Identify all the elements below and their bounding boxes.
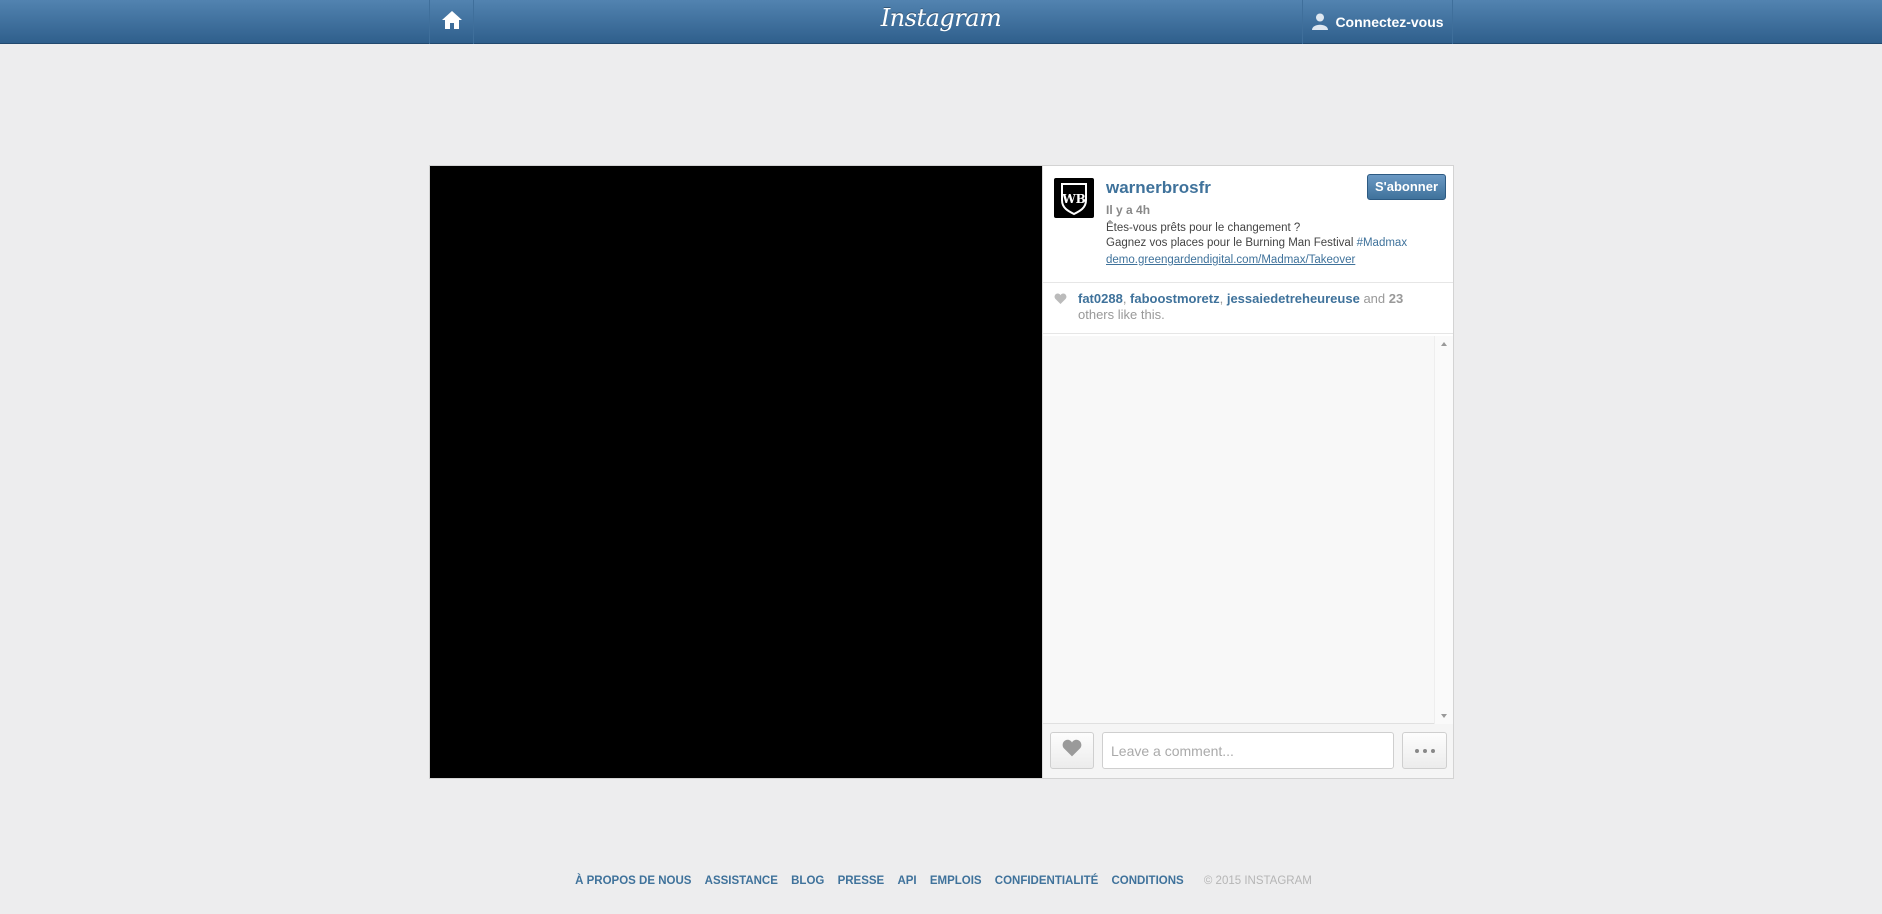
liker-link[interactable]: jessaiedetreheureuse [1227, 291, 1360, 306]
footer-link-terms[interactable]: CONDITIONS [1111, 875, 1183, 887]
comments-scrollbar[interactable] [1434, 336, 1453, 724]
liker-link[interactable]: faboostmoretz [1130, 291, 1220, 306]
footer-link-press[interactable]: PRESSE [838, 875, 885, 887]
comment-input[interactable] [1102, 732, 1394, 769]
likes-summary: fat0288, faboostmoretz, jessaiedetreheur… [1043, 283, 1453, 334]
copyright: © 2015 INSTAGRAM [1203, 875, 1312, 887]
footer-link-support[interactable]: ASSISTANCE [705, 875, 778, 887]
login-label: Connectez-vous [1335, 14, 1444, 30]
caption-text: Gagnez vos places pour le Burning Man Fe… [1106, 236, 1357, 249]
top-bar-inner: Instagram Connectez-vous [429, 0, 1453, 44]
likes-count[interactable]: 23 [1389, 291, 1403, 306]
footer-link-jobs[interactable]: EMPLOIS [930, 875, 982, 887]
footer-link-about[interactable]: À PROPOS DE NOUS [575, 875, 691, 887]
top-bar: Instagram Connectez-vous [0, 0, 1882, 44]
avatar[interactable]: WB [1054, 178, 1094, 218]
likes-suffix: others like this. [1078, 307, 1165, 322]
caption-url-link[interactable]: demo.greengardendigital.com/Madmax/Takeo… [1106, 253, 1355, 268]
home-button[interactable] [430, 0, 474, 44]
post-media[interactable] [430, 166, 1042, 778]
liker-link[interactable]: fat0288 [1078, 291, 1123, 306]
post-card: WB warnerbrosfr S'abonner Il y a 4h Êtes… [429, 165, 1454, 779]
post-username[interactable]: warnerbrosfr [1106, 178, 1211, 198]
more-options-button[interactable] [1402, 732, 1447, 769]
user-icon [1311, 12, 1329, 33]
heart-icon [1054, 293, 1067, 309]
post-header: WB warnerbrosfr S'abonner Il y a 4h Êtes… [1043, 166, 1453, 283]
dot-icon [1414, 748, 1419, 753]
caption-line-1: Êtes-vous prêts pour le changement ? [1106, 222, 1301, 234]
instagram-logo[interactable]: Instagram [430, 4, 1452, 32]
page-footer: À PROPOS DE NOUS ASSISTANCE BLOG PRESSE … [0, 875, 1882, 887]
scroll-down-icon[interactable] [1441, 714, 1447, 718]
post-time: Il y a 4h [1106, 203, 1151, 217]
follow-button[interactable]: S'abonner [1366, 174, 1446, 200]
scroll-up-icon[interactable] [1441, 342, 1447, 346]
like-button[interactable] [1050, 732, 1094, 769]
comment-bar [1043, 724, 1453, 778]
login-button[interactable]: Connectez-vous [1302, 0, 1452, 44]
home-icon [441, 10, 463, 35]
heart-icon [1061, 739, 1083, 763]
footer-link-api[interactable]: API [897, 875, 916, 887]
post-sidebar: WB warnerbrosfr S'abonner Il y a 4h Êtes… [1042, 166, 1453, 778]
footer-link-privacy[interactable]: CONFIDENTIALITÉ [995, 875, 1099, 887]
footer-link-blog[interactable]: BLOG [791, 875, 824, 887]
comments-area[interactable] [1043, 336, 1453, 724]
likes-and: and [1363, 291, 1386, 306]
dot-icon [1430, 748, 1435, 753]
dot-icon [1422, 748, 1427, 753]
svg-text:WB: WB [1061, 192, 1086, 206]
hashtag-link[interactable]: #Madmax [1357, 237, 1408, 249]
post-caption: Êtes-vous prêts pour le changement ? Gag… [1106, 221, 1446, 268]
caption-line-2: Gagnez vos places pour le Burning Man Fe… [1106, 236, 1446, 251]
